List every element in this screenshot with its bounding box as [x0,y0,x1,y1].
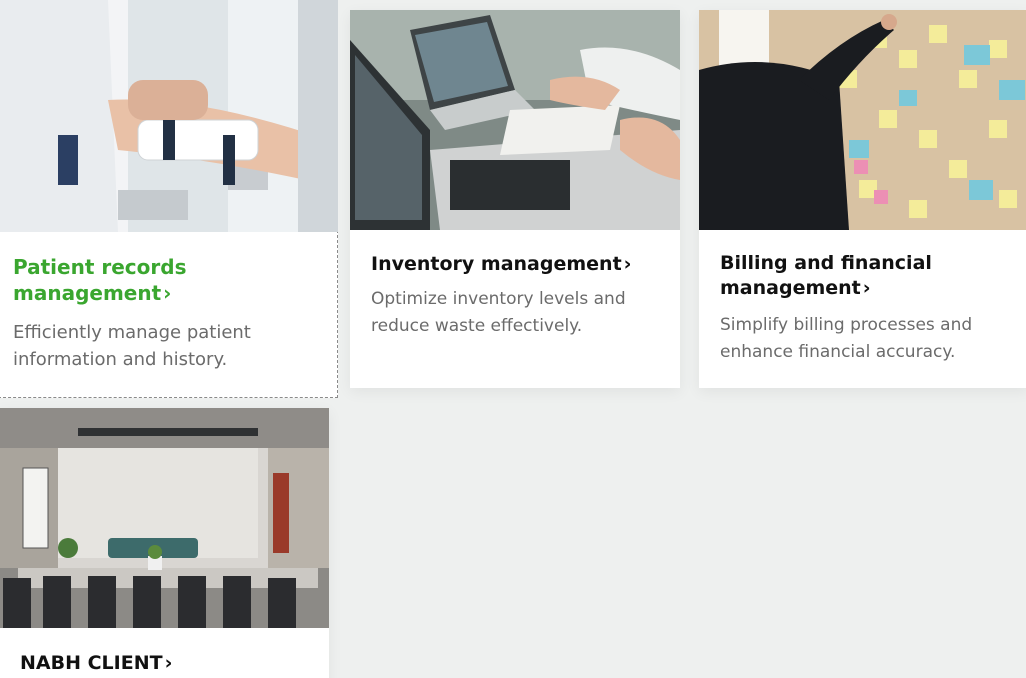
card-title[interactable]: NABH CLIENT › [20,650,320,676]
chevron-right-icon: › [164,652,173,674]
card-description: Simplify billing processes and enhance f… [720,315,973,362]
service-card-nabh-client[interactable]: NABH CLIENT › [0,408,329,678]
sticky-notes-board-photo [699,10,1026,230]
card-title-text: Patient records management [13,255,187,305]
card-description: Efficiently manage patient information a… [13,322,251,370]
chevron-right-icon: › [163,281,172,305]
office-meeting-room-photo [0,408,329,628]
laptop-notes-photo [350,10,680,230]
card-title-text: NABH CLIENT [20,652,163,674]
chevron-right-icon: › [862,277,871,299]
service-card-billing[interactable]: Billing and financial management › Simpli… [699,10,1026,388]
service-card-patient-records[interactable]: Patient records management › Efficiently … [0,0,338,398]
chevron-right-icon: › [623,253,632,275]
service-card-inventory[interactable]: Inventory management › Optimize inventory… [350,10,680,388]
card-title[interactable]: Billing and financial management › [720,251,1010,301]
card-title-text: Billing and financial management [720,252,932,299]
card-description: Optimize inventory levels and reduce was… [371,289,626,336]
services-grid: Patient records management › Efficiently … [0,0,1026,678]
card-title-text: Inventory management [371,253,622,275]
doctor-patient-wrist-photo [0,0,338,232]
card-title[interactable]: Inventory management › [371,251,671,277]
card-title[interactable]: Patient records management › [13,254,313,306]
